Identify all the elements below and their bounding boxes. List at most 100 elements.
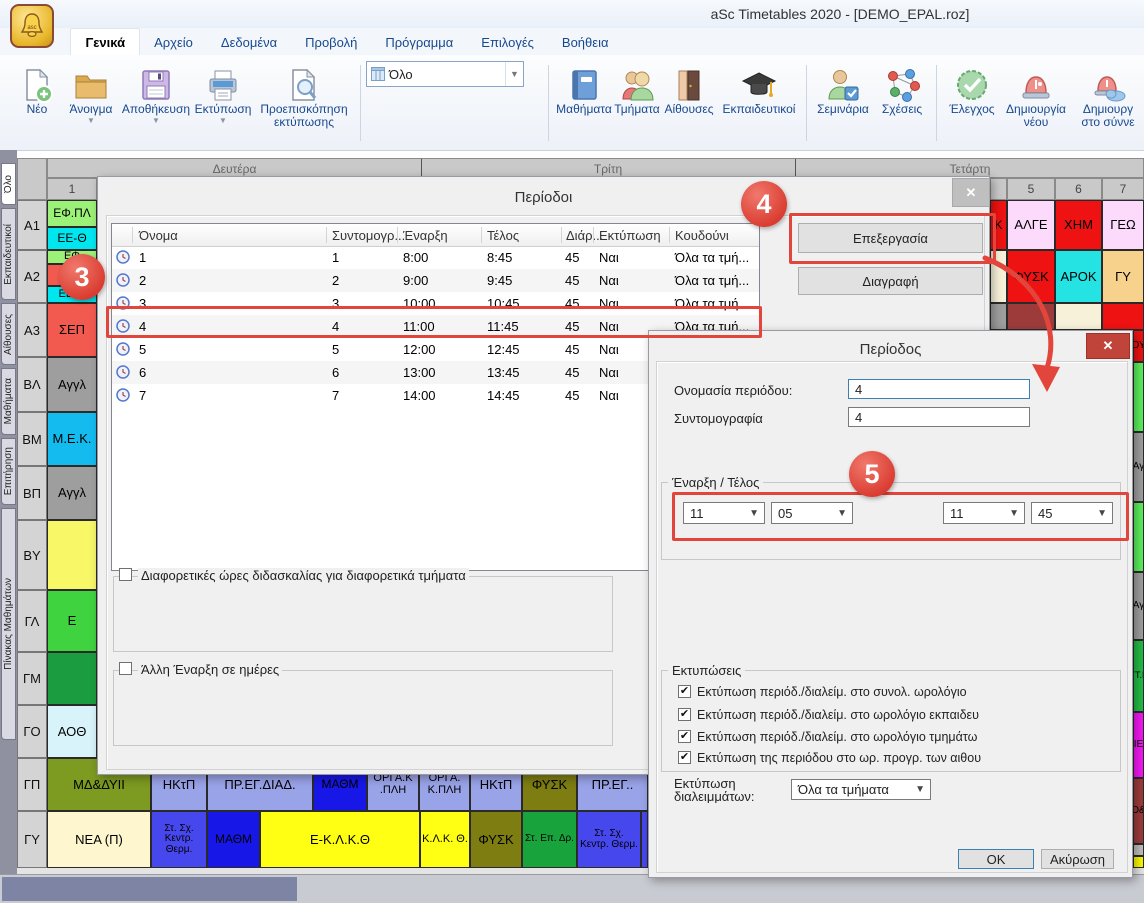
timetable-cell-Κ.Λ.Κ.-Θ.[interactable]: Κ.Λ.Κ. Θ. [420,811,470,868]
toolbar-button-Μαθήματα[interactable]: Μαθήματα [556,59,612,116]
table-column-header[interactable]: Διάρ... [566,228,603,243]
time-select-0[interactable]: 11▼ [683,502,765,524]
timetable-cell-ΣΕΠ[interactable]: ΣΕΠ [47,303,97,357]
menu-tab-Δεδομένα[interactable]: Δεδομένα [207,29,291,55]
toolbar-button-Δημιουργία-νέου[interactable]: Δημιουργία νέου [1000,59,1072,129]
toolbar-button-Σεμινάρια[interactable]: Σεμινάρια [812,59,874,116]
timetable-cell-Στ.-Επ.-Δρ.[interactable]: Στ. Επ. Δρ. [522,811,577,868]
print-option-checkbox-0[interactable]: ✔ [678,685,691,698]
timetable-cell[interactable] [47,520,97,590]
menu-tab-Πρόγραμμα[interactable]: Πρόγραμμα [371,29,467,55]
timetable-cell[interactable] [990,250,1007,303]
period-name-input[interactable] [848,379,1030,399]
toolbar-button-Προεπισκόπηση-εκτύπωσης[interactable]: Προεπισκόπηση εκτύπωσης [254,59,354,129]
print-option-checkbox-1[interactable]: ✔ [678,708,691,721]
timetable-cell-ΜΑΘΜ[interactable]: ΜΑΘΜ [207,811,260,868]
timetable-cell-ΦΥΣΚ[interactable]: ΦΥΣΚ [470,811,522,868]
chevron-down-icon[interactable]: ▼ [505,62,523,86]
timetable-cell-ΕΦ.ΠΛ[interactable]: ΕΦ.ΠΛ [47,200,97,227]
timetable-cell-Αγ[interactable]: Αγ [1133,432,1144,502]
table-column-header[interactable]: Συντομογρ... [332,228,405,243]
timetable-cell-ΧΗΜ[interactable]: ΧΗΜ [1055,200,1102,250]
menu-tab-Αρχείο[interactable]: Αρχείο [140,29,207,55]
view-select[interactable]: Όλο ▼ [366,61,524,87]
timetable-cell-ΑΟΘ[interactable]: ΑΟΘ [47,705,97,758]
close-icon[interactable]: ✕ [952,178,990,207]
timetable-cell[interactable] [1055,303,1102,330]
time-select-3[interactable]: 45▼ [1031,502,1113,524]
toolbar-button-Άνοιγμα[interactable]: Άνοιγμα▼ [62,59,120,126]
time-select-1[interactable]: 05▼ [771,502,853,524]
table-column-header[interactable]: Έναρξη [403,228,448,243]
timetable-cell[interactable] [1133,362,1144,432]
time-select-2[interactable]: 11▼ [943,502,1025,524]
table-column-header[interactable]: Τέλος [487,228,519,243]
timetable-cell-ΓΥ[interactable]: ΓΥ [1102,250,1144,303]
menu-tab-Επιλογές[interactable]: Επιλογές [467,29,548,55]
asc-bell-icon[interactable]: asc [10,4,54,48]
breaks-select[interactable]: Όλα τα τμήματα ▼ [791,779,931,800]
timetable-cell[interactable] [990,303,1007,330]
cancel-button[interactable]: Ακύρωση [1041,849,1114,869]
period-row-3[interactable]: 3310:0010:4545ΝαιΌλα τα τμή... [112,292,759,315]
timetable-cell-Ο&[interactable]: Ο& [1133,778,1144,844]
toolbar-button-Εκτύπωση[interactable]: Εκτύπωση▼ [192,59,254,126]
timetable-cell[interactable] [641,811,648,868]
menu-tab-Βοήθεια[interactable]: Βοήθεια [548,29,623,55]
chevron-down-icon[interactable]: ▼ [192,116,254,126]
close-icon[interactable]: ✕ [1086,333,1130,359]
timetable-cell-Μ.Ε.Κ.[interactable]: Μ.Ε.Κ. [47,412,97,466]
toolbar-button-Νέο[interactable]: Νέο [12,59,62,116]
chevron-down-icon[interactable]: ▼ [120,116,192,126]
side-tab-Αίθουσες[interactable]: Αίθουσες [1,303,16,365]
timetable-cell-ΕΕ-Θ[interactable]: ΕΕ-Θ [47,227,97,250]
side-tab-Μαθήματα[interactable]: Μαθήματα [1,368,16,435]
timetable-cell-ΟΥ[interactable]: ΟΥ [1133,330,1144,362]
timetable-cell-ΑΡΟΚ[interactable]: ΑΡΟΚ [1055,250,1102,303]
timetable-cell[interactable] [1133,844,1144,856]
side-tab-Πίνακας-Μαθημάτων[interactable]: Πίνακας Μαθημάτων [1,508,16,740]
period-abbr-input[interactable] [848,407,1030,427]
toolbar-button-Σχέσεις[interactable]: Σχέσεις [874,59,930,116]
menu-tab-Προβολή[interactable]: Προβολή [291,29,371,55]
delete-button[interactable]: Διαγραφή [798,267,983,295]
side-tab-Εκπαιδευτικοί[interactable]: Εκπαιδευτικοί [1,208,16,300]
toolbar-button-Αποθήκευση[interactable]: Αποθήκευση▼ [120,59,192,126]
menu-tab-Γενικά[interactable]: Γενικά [70,28,140,55]
side-tab-Επιτήρηση[interactable]: Επιτήρηση [1,438,16,505]
edit-button[interactable]: Επεξεργασία [798,223,983,253]
timetable-cell-ΝΕΑ-(Π)[interactable]: ΝΕΑ (Π) [47,811,151,868]
toolbar-button-Εκπαιδευτικοί[interactable]: Εκπαιδευτικοί [716,59,802,116]
print-option-checkbox-3[interactable]: ✔ [678,751,691,764]
timetable-cell-Κ[interactable]: Κ [990,200,1007,250]
side-tab-Όλο[interactable]: Όλο [1,163,16,205]
timetable-cell-Στ.-Σχ.-Κεντρ.-Θερμ.[interactable]: Στ. Σχ. Κεντρ. Θερμ. [577,811,641,868]
period-row-2[interactable]: 229:009:4545ΝαιΌλα τα τμή... [112,269,759,292]
different-hours-checkbox[interactable] [119,568,132,581]
print-option-checkbox-2[interactable]: ✔ [678,730,691,743]
timetable-cell-ΓΕΩ[interactable]: ΓΕΩ [1102,200,1144,250]
timetable-cell[interactable] [1133,856,1144,868]
timetable-cell-Αγ[interactable]: Αγ [1133,572,1144,640]
table-column-header[interactable]: Όνομα [139,228,178,243]
timetable-cell-ΙΕ[interactable]: ΙΕ [1133,712,1144,778]
period-row-1[interactable]: 118:008:4545ΝαιΌλα τα τμή... [112,246,759,269]
timetable-cell-Ε[interactable]: Ε [47,590,97,652]
timetable-cell[interactable] [1102,303,1144,330]
timetable-cell-ΦΥΣΚ[interactable]: ΦΥΣΚ [1007,250,1055,303]
timetable-cell[interactable] [1007,303,1055,330]
timetable-cell-ΥΤ.Ε[interactable]: ΥΤ.Ε [1133,640,1144,712]
timetable-cell-Αγγλ[interactable]: Αγγλ [47,466,97,520]
timetable-cell[interactable] [1133,502,1144,572]
timetable-cell[interactable] [47,652,97,705]
timetable-cell-Στ.-Σχ.-Κεντρ.-Θερμ.[interactable]: Στ. Σχ. Κεντρ. Θερμ. [151,811,207,868]
table-column-header[interactable]: Εκτύπωση [599,228,661,243]
other-start-checkbox[interactable] [119,662,132,675]
table-column-header[interactable]: Κουδούνι [675,228,729,243]
timetable-cell-Ε-Κ.Λ.Κ.Θ[interactable]: Ε-Κ.Λ.Κ.Θ [260,811,420,868]
toolbar-button-Δημιουργ-στο-σύννε[interactable]: Δημιουργ στο σύννε [1072,59,1144,129]
toolbar-button-Αίθουσες[interactable]: Αίθουσες [662,59,716,116]
toolbar-button-Έλεγχος[interactable]: Έλεγχος [944,59,1000,116]
toolbar-button-Τμήματα[interactable]: Τμήματα [612,59,662,116]
chevron-down-icon[interactable]: ▼ [62,116,120,126]
